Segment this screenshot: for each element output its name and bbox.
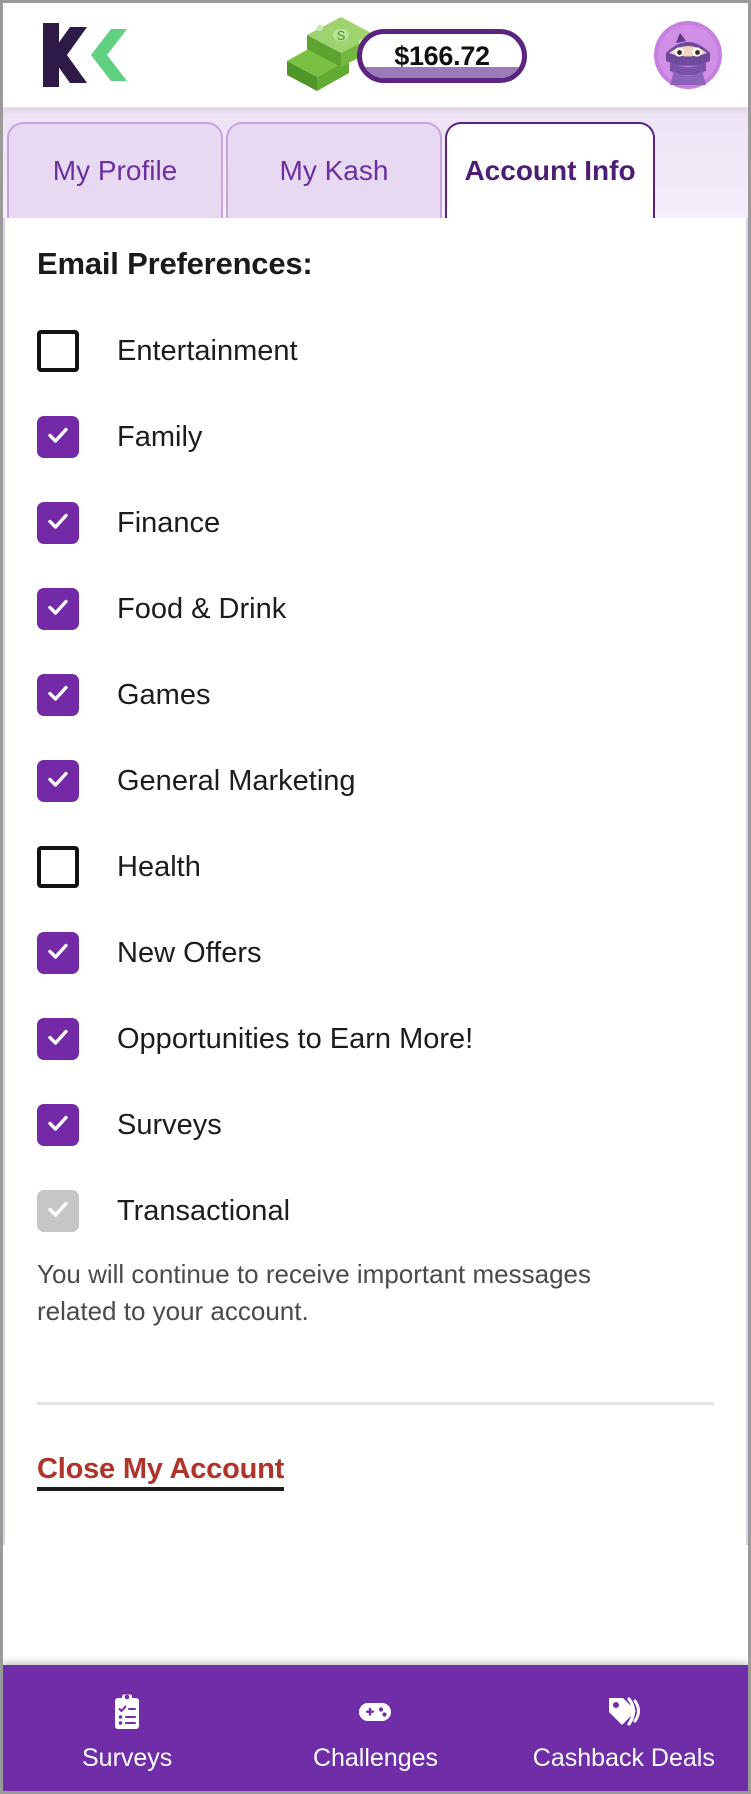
gamepad-icon [359, 1702, 392, 1721]
preference-row-transactional: Transactional [37, 1168, 714, 1254]
tab-label: Account Info [464, 155, 636, 186]
account-info-panel: Email Preferences: Entertainment Family … [3, 218, 748, 1545]
checkbox-entertainment[interactable] [37, 330, 79, 372]
tabs-band: My Profile My Kash Account Info [3, 108, 748, 218]
checkbox-family[interactable] [37, 416, 79, 458]
checkbox-new-offers[interactable] [37, 932, 79, 974]
email-preferences-list: Entertainment Family Finance Food & Drin… [37, 308, 714, 1254]
tab-my-kash[interactable]: My Kash [226, 122, 442, 218]
tab-label: My Profile [52, 155, 178, 186]
preference-label: General Marketing [117, 764, 356, 797]
preference-label: Surveys [117, 1108, 222, 1141]
check-icon [48, 685, 68, 701]
balance-widget[interactable]: S $166.72 [279, 11, 529, 101]
checkbox-food-and-drink[interactable] [37, 588, 79, 630]
check-icon [48, 1201, 68, 1217]
nav-item-cashback-deals[interactable]: Cashback Deals [500, 1665, 748, 1791]
preference-label: Food & Drink [117, 592, 287, 625]
preference-row-family[interactable]: Family [37, 394, 714, 480]
preference-label: Opportunities to Earn More! [117, 1022, 474, 1055]
preference-row-general-marketing[interactable]: General Marketing [37, 738, 714, 824]
svg-text:S: S [337, 28, 346, 43]
preference-row-games[interactable]: Games [37, 652, 714, 738]
preference-label: Health [117, 850, 201, 883]
ninja-avatar[interactable] [652, 19, 724, 91]
app-header: S $166.72 [3, 3, 748, 108]
check-icon [48, 513, 68, 529]
transactional-note: You will continue to receive important m… [37, 1259, 591, 1326]
check-icon [48, 599, 68, 615]
preference-label: Family [117, 420, 203, 453]
preference-label: Transactional [117, 1194, 291, 1227]
preference-label: Entertainment [117, 334, 298, 367]
preference-row-health[interactable]: Health [37, 824, 714, 910]
preference-row-surveys[interactable]: Surveys [37, 1082, 714, 1168]
checkbox-health[interactable] [37, 846, 79, 888]
nav-label: Cashback Deals [532, 1743, 715, 1772]
balance-pill[interactable]: $166.72 [357, 29, 527, 83]
checkbox-transactional [37, 1190, 79, 1232]
bottom-navigation: Surveys Challenges Cashback Deals [3, 1665, 748, 1791]
page-title: Email Preferences: [37, 246, 313, 281]
preference-label: New Offers [117, 936, 262, 969]
check-icon [48, 1029, 68, 1045]
app-screen: S $166.72 My Profile My Kash Account Inf… [0, 0, 751, 1794]
tab-my-profile[interactable]: My Profile [7, 122, 223, 218]
checkbox-opportunities-to-earn-more[interactable] [37, 1018, 79, 1060]
preference-row-finance[interactable]: Finance [37, 480, 714, 566]
check-icon [48, 427, 68, 443]
nav-label: Challenges [312, 1743, 439, 1772]
preference-row-new-offers[interactable]: New Offers [37, 910, 714, 996]
kashkick-logo[interactable] [37, 19, 133, 91]
check-icon [48, 943, 68, 959]
clipboard-checklist-icon [115, 1694, 140, 1729]
preference-label: Games [117, 678, 211, 711]
check-icon [48, 1115, 68, 1131]
preference-row-entertainment[interactable]: Entertainment [37, 308, 714, 394]
preference-row-food-and-drink[interactable]: Food & Drink [37, 566, 714, 652]
check-icon [48, 771, 68, 787]
tab-list: My Profile My Kash Account Info [3, 122, 748, 218]
preference-label: Finance [117, 506, 221, 539]
tab-account-info[interactable]: Account Info [445, 122, 655, 218]
nav-item-challenges[interactable]: Challenges [251, 1665, 499, 1791]
nav-item-surveys[interactable]: Surveys [3, 1665, 251, 1791]
close-my-account-link[interactable]: Close My Account [37, 1453, 284, 1491]
checkbox-surveys[interactable] [37, 1104, 79, 1146]
checkbox-finance[interactable] [37, 502, 79, 544]
price-tags-icon [608, 1696, 640, 1726]
nav-label: Surveys [82, 1743, 173, 1772]
pill-base [362, 67, 522, 78]
section-divider [37, 1401, 714, 1405]
preference-row-opportunities-to-earn-more[interactable]: Opportunities to Earn More! [37, 996, 714, 1082]
checkbox-games[interactable] [37, 674, 79, 716]
checkbox-general-marketing[interactable] [37, 760, 79, 802]
tab-label: My Kash [279, 155, 389, 186]
